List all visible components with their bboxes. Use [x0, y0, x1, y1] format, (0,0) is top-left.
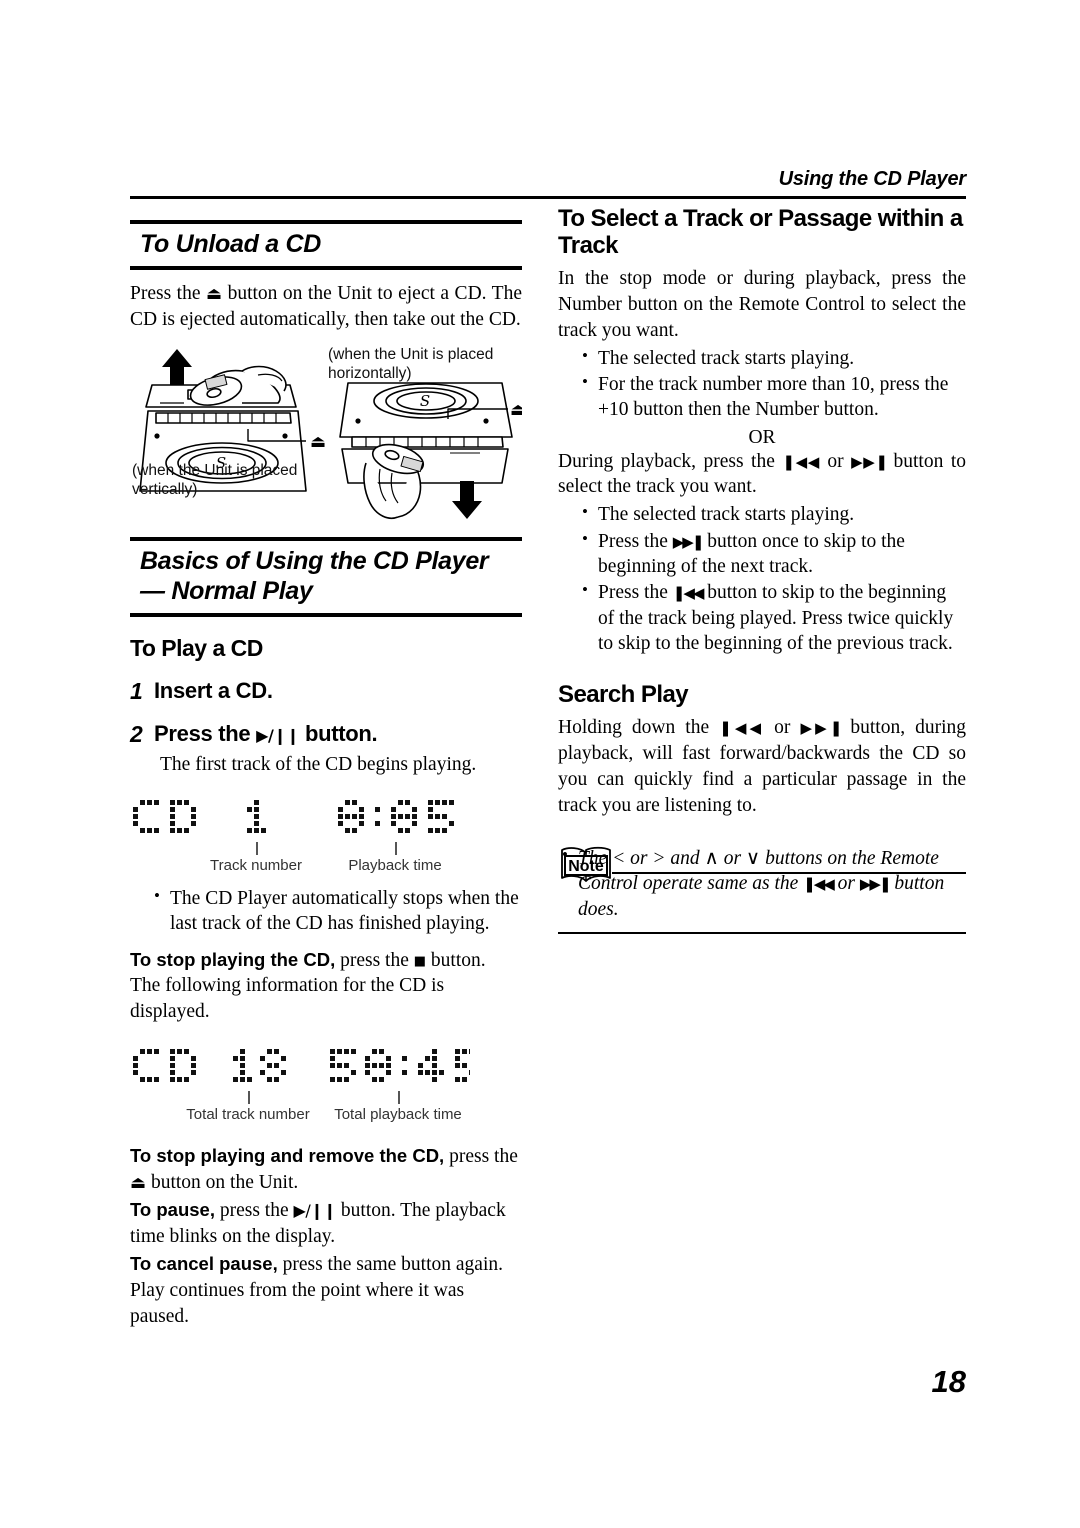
lcd-dots-1	[133, 799, 454, 833]
select-track-bullets-1: The selected track starts playing. For t…	[578, 345, 966, 423]
section-title-basics: Basics of Using the CD Player — Normal Pl…	[140, 546, 522, 606]
step-2-number: 2	[130, 720, 143, 747]
header-rule	[130, 196, 966, 199]
caption-total-track-number: Total track number	[186, 1106, 310, 1124]
step-1-text: Insert a CD.	[154, 677, 273, 703]
skip-back-icon-2: ❚◀◀	[672, 584, 705, 603]
down-chevron-icon: ∨	[745, 846, 761, 870]
step-1-number: 1	[130, 677, 143, 704]
tick-track-1	[256, 841, 258, 855]
section-title-unload: To Unload a CD	[140, 230, 321, 258]
note-bullets: The < or > and ∧ or ∨ buttons on the Rem…	[558, 844, 966, 922]
note-bullet-remote-buttons: The < or > and ∧ or ∨ buttons on the Rem…	[558, 844, 966, 922]
lcd-dots-2	[133, 1049, 470, 1083]
display-panel-playing: Track number Playback time	[130, 794, 522, 884]
select-track-paragraph: In the stop mode or during playback, pre…	[558, 267, 966, 341]
caption-vertical: (when the Unit is placed vertically)	[132, 461, 298, 499]
play-pause-icon: ▶/❙❙	[256, 725, 300, 745]
caption-horizontal: (when the Unit is placed horizontally)	[328, 345, 494, 383]
unload-illustration: ⏏ S ⏏ S (when the Unit is placed horizon…	[130, 341, 526, 523]
lcd-readout-2	[130, 1043, 522, 1091]
remove-cd-paragraph: To stop playing and remove the CD, press…	[130, 1145, 518, 1194]
stop-playing-lead: To stop playing the CD,	[130, 948, 336, 970]
bullet-selected-track-plays-2: The selected track starts playing.	[578, 501, 966, 527]
section-to-unload-a-cd: To Unload a CD	[130, 220, 522, 270]
cancel-pause-paragraph: To cancel pause, press the same button a…	[130, 1252, 503, 1327]
caption-total-playback-time: Total playback time	[334, 1106, 462, 1124]
pause-lead: To pause,	[130, 1199, 215, 1221]
left-column: To Unload a CD Press the ⏏ button on the…	[130, 206, 526, 1330]
heading-select-track: To Select a Track or Passage within a Tr…	[558, 205, 963, 259]
lcd-captions-1: Track number Playback time	[130, 841, 522, 884]
bullet-selected-track-plays: The selected track starts playing.	[578, 345, 966, 371]
skip-forward-icon: ▶▶❚	[851, 452, 888, 471]
skip-forward-icon-3: ▶▶❚	[800, 719, 842, 738]
during-playback-paragraph: During playback, press the ❚◀◀ or ▶▶❚ bu…	[558, 450, 967, 498]
remove-cd-lead: To stop playing and remove the CD,	[130, 1145, 445, 1167]
pause-paragraph: To pause, press the ▶/❙❙ button. The pla…	[130, 1199, 506, 1248]
skip-back-icon: ❚◀◀	[782, 452, 821, 471]
skip-forward-icon-4: ▶▶❚	[859, 875, 892, 894]
step-1: 1 Insert a CD.	[130, 678, 522, 705]
section-basics-of-using: Basics of Using the CD Player — Normal Pl…	[130, 536, 522, 617]
manual-page: Using the CD Player To Unload a CD Press…	[0, 0, 1080, 1528]
step-2: 2 Press the ▶/❙❙ button.	[130, 721, 522, 748]
page-number: 18	[931, 1364, 966, 1399]
eject-icon-text: ⏏	[130, 1173, 147, 1194]
tick-track-2	[248, 1091, 250, 1105]
eject-icon-vertical: ⏏	[310, 432, 326, 452]
stop-playing-followup: The following information for the CD is …	[130, 975, 445, 1023]
right-column: To Select a Track or Passage within a Tr…	[558, 205, 967, 935]
display-panel-stopped: Total track number Total playback time	[130, 1043, 522, 1133]
eject-icon: ⏏	[206, 284, 223, 304]
skip-back-icon-3: ❚◀◀	[719, 719, 766, 738]
bullets-autostop: The CD Player automatically stops when t…	[150, 885, 522, 937]
bullet-autostop: The CD Player automatically stops when t…	[150, 885, 522, 937]
disc-label-horizontal: S	[420, 392, 430, 410]
running-head: Using the CD Player	[778, 168, 967, 190]
step-2-text: Press the ▶/❙❙ button.	[154, 720, 378, 746]
up-chevron-icon: ∧	[704, 846, 719, 870]
tick-time-1	[395, 841, 397, 855]
search-play-paragraph: Holding down the ❚◀◀ or ▶▶❚ button, duri…	[558, 717, 967, 817]
skip-back-icon-4: ❚◀◀	[803, 875, 835, 894]
section-title-basics-line2: — Normal Play	[140, 576, 313, 605]
bullet-skip-next: Press the ▶▶❚ button once to skip to the…	[578, 528, 966, 580]
caption-track-number-1: Track number	[210, 856, 302, 874]
tick-time-2	[398, 1091, 400, 1105]
note-box: Note The < or > and ∧ or ∨ buttons on th…	[558, 844, 966, 935]
stop-icon: ■	[413, 953, 427, 969]
heading-search-play: Search Play	[558, 681, 689, 709]
bullet-plus-ten: For the track number more than 10, press…	[578, 371, 966, 423]
lcd-readout-1	[130, 794, 522, 842]
select-track-bullets-2: The selected track starts playing. Press…	[578, 501, 966, 656]
unload-paragraph: Press the ⏏ button on the Unit to eject …	[130, 283, 522, 330]
eject-icon-horizontal: ⏏	[510, 400, 522, 420]
lcd-captions-2: Total track number Total playback time	[130, 1091, 522, 1133]
or-separator: OR	[748, 426, 776, 448]
play-pause-icon-pause: ▶/❙❙	[293, 1201, 337, 1221]
caption-playback-time-1: Playback time	[348, 856, 442, 874]
note-bottom-rule	[558, 932, 966, 935]
section-title-basics-line1: Basics of Using the CD Player	[140, 546, 489, 575]
subheading-to-play-a-cd: To Play a CD	[130, 634, 263, 661]
step-2-detail: The first track of the CD begins playing…	[160, 753, 477, 775]
stop-playing-paragraph: To stop playing the CD, press the ■ butt…	[130, 948, 486, 1023]
cancel-pause-lead: To cancel pause,	[130, 1252, 278, 1274]
skip-forward-icon-2: ▶▶❚	[672, 532, 705, 551]
bullet-skip-prev: Press the ❚◀◀ button to skip to the begi…	[578, 579, 966, 656]
